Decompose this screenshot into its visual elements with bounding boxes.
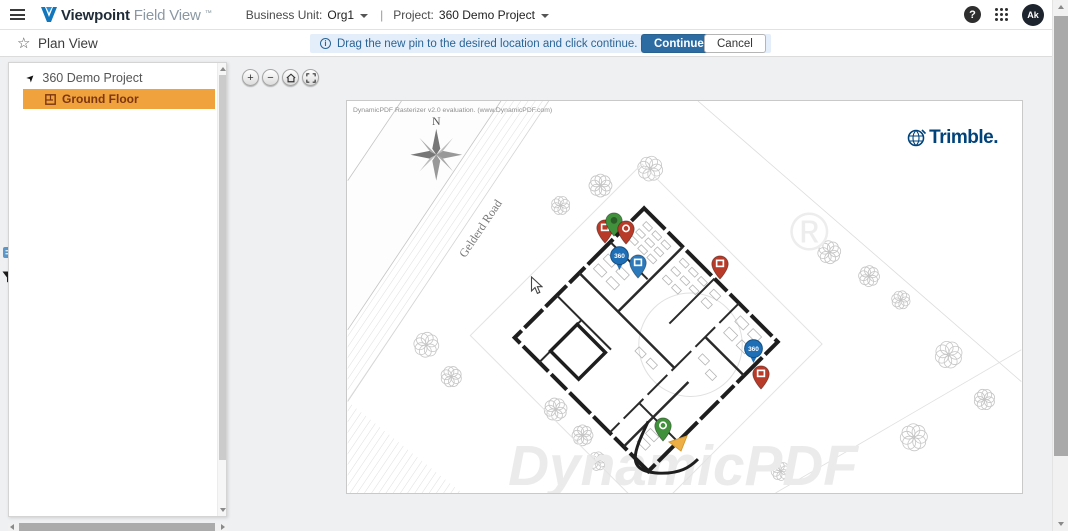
zoom-in-button[interactable]: + xyxy=(242,69,259,86)
project-label: Project: xyxy=(393,8,434,22)
tree-node-project[interactable]: ➤ 360 Demo Project xyxy=(27,71,142,85)
brand-name: Viewpoint xyxy=(61,7,130,24)
business-unit-value[interactable]: Org1 xyxy=(327,8,354,22)
pin-360-bubble[interactable]: 360 xyxy=(609,246,630,276)
home-icon xyxy=(286,73,296,83)
avatar[interactable]: Ak xyxy=(1022,4,1044,26)
fit-screen-icon xyxy=(306,73,316,83)
floor-plan-icon xyxy=(45,94,56,105)
tree-node-ground-floor[interactable]: Ground Floor xyxy=(23,89,215,109)
plan-canvas[interactable]: Gelderd Road N ® DynamicPDF xyxy=(346,100,1023,494)
map-controls: + − xyxy=(242,69,319,86)
home-view-button[interactable] xyxy=(282,69,299,86)
new-pin-arrow[interactable] xyxy=(668,435,688,457)
tree-node-ground-floor-label: Ground Floor xyxy=(62,92,139,106)
mouse-cursor xyxy=(530,276,543,300)
tree-panel-hscrollbar[interactable] xyxy=(8,523,227,531)
plan-tree-panel: ➤ 360 Demo Project Ground Floor xyxy=(8,62,227,517)
header-divider: | xyxy=(380,8,383,22)
cancel-button[interactable]: Cancel xyxy=(704,34,766,53)
plan-view-toolbar: ☆ Plan View i Drag the new pin to the de… xyxy=(0,30,1068,57)
window-scrollbar[interactable] xyxy=(1052,0,1068,531)
business-unit-label: Business Unit: xyxy=(246,8,323,22)
favorite-star-icon[interactable]: ☆ xyxy=(17,34,30,52)
project-arrow-icon: ➤ xyxy=(24,71,38,85)
help-icon[interactable]: ? xyxy=(964,6,981,23)
project-caret-icon[interactable] xyxy=(541,14,549,18)
pin-layer: 360 360 xyxy=(347,101,1022,493)
map-pin[interactable] xyxy=(629,254,647,284)
fit-view-button[interactable] xyxy=(302,69,319,86)
svg-text:360: 360 xyxy=(614,253,625,260)
app-header: Viewpoint Field View ™ Business Unit: Or… xyxy=(0,0,1068,30)
business-unit-caret-icon[interactable] xyxy=(360,14,368,18)
project-value[interactable]: 360 Demo Project xyxy=(439,8,535,22)
brand-suffix: Field View xyxy=(134,7,201,24)
tree-panel-scrollbar[interactable] xyxy=(217,63,226,516)
app-logo: Viewpoint Field View ™ xyxy=(41,5,212,24)
viewpoint-logo-icon xyxy=(41,7,57,22)
app-grid-icon[interactable] xyxy=(994,7,1009,22)
info-icon: i xyxy=(320,38,331,49)
zoom-out-button[interactable]: − xyxy=(262,69,279,86)
menu-icon[interactable] xyxy=(10,9,25,20)
map-pin[interactable] xyxy=(752,365,770,395)
page-title: Plan View xyxy=(38,36,98,51)
svg-text:360: 360 xyxy=(748,346,759,353)
tree-node-project-label: 360 Demo Project xyxy=(42,71,142,85)
brand-trademark: ™ xyxy=(205,10,212,17)
map-pin[interactable] xyxy=(711,255,729,285)
